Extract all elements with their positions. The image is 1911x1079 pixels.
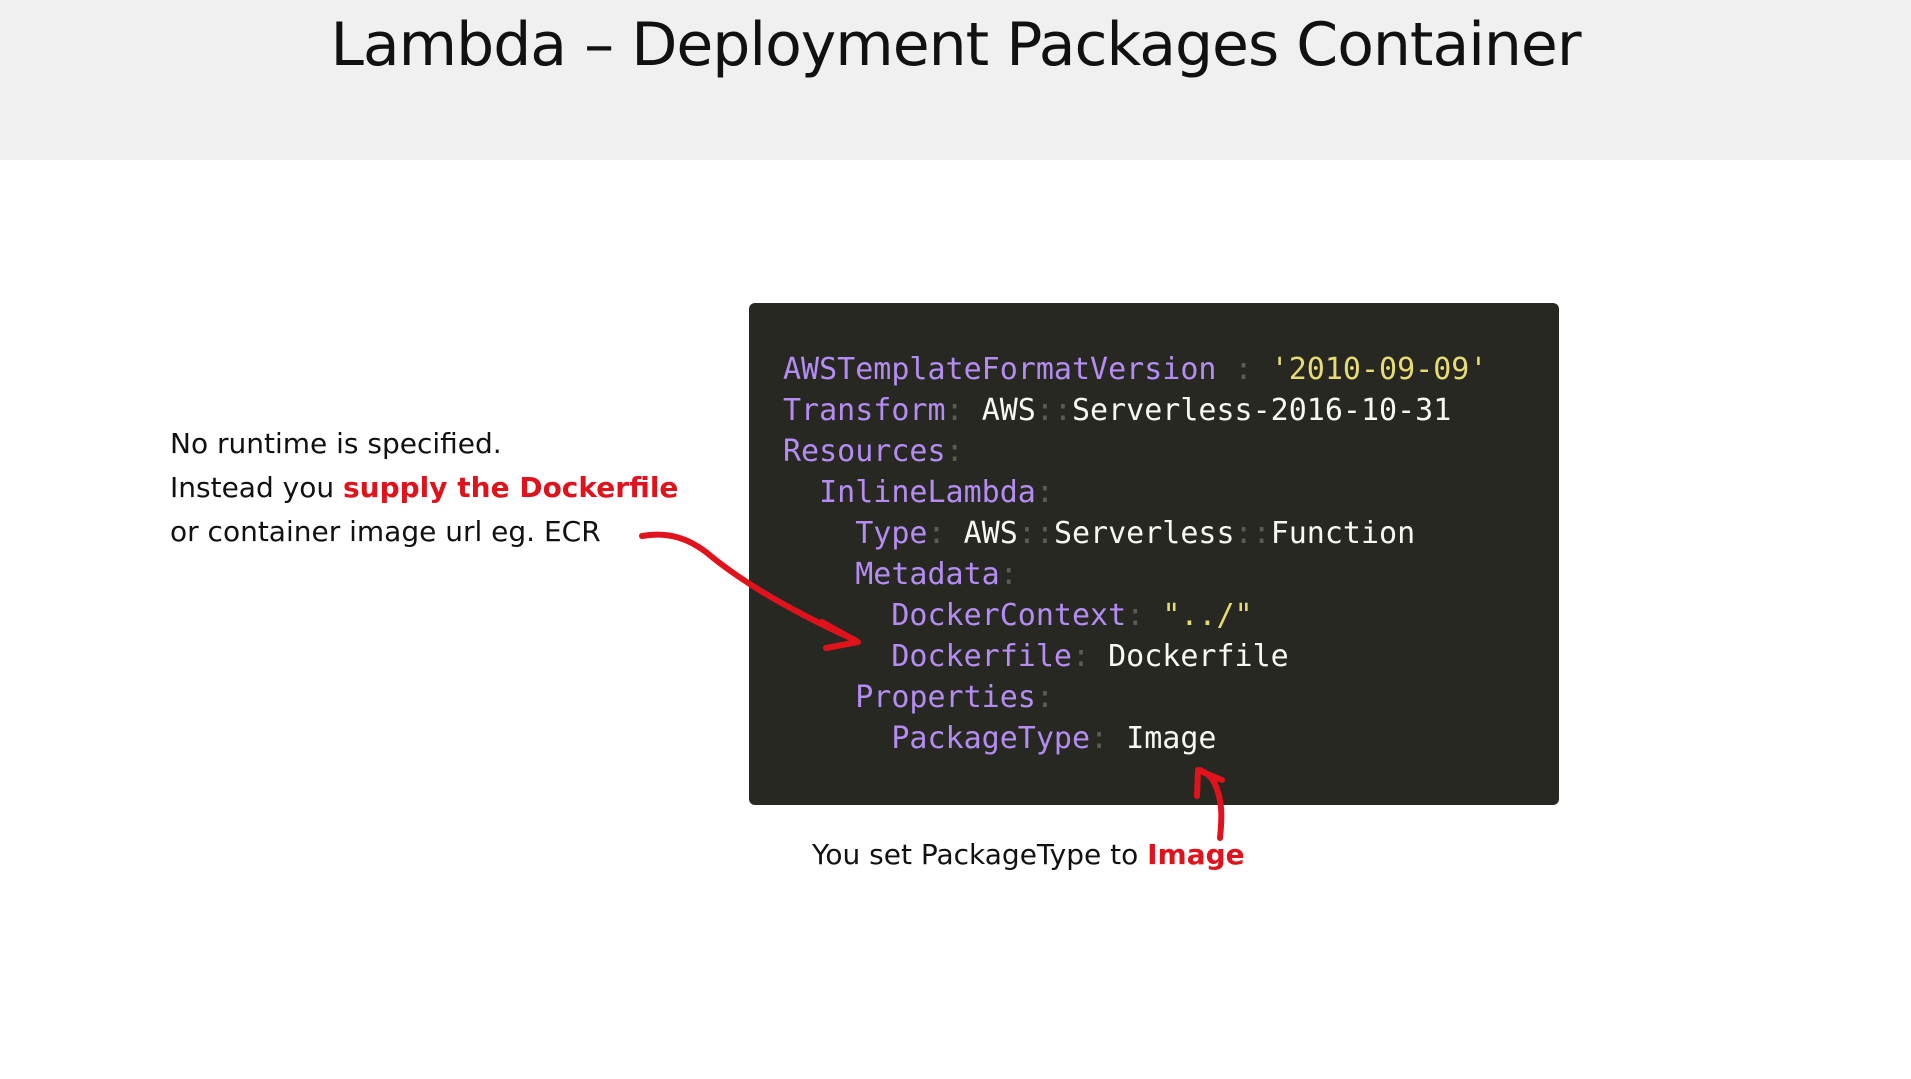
code-value: Serverless [1053, 516, 1235, 551]
code-key: AWSTemplateFormatVersion [783, 352, 1217, 387]
code-key: PackageType [891, 721, 1091, 756]
left-note-line-2: Instead you supply the Dockerfile [170, 466, 678, 510]
slide-title: Lambda – Deployment Packages Container [330, 10, 1581, 80]
code-colon: : [1035, 680, 1054, 715]
code-key: Resources [783, 434, 946, 469]
code-line-7: DockerContext: "../" [783, 595, 1559, 636]
left-note-highlight: supply the Dockerfile [342, 471, 679, 504]
code-colon: : [1035, 475, 1054, 510]
code-double-colon: :: [1035, 393, 1072, 428]
code-string: "../" [1162, 598, 1253, 633]
left-note-line-1: No runtime is specified. [170, 427, 502, 460]
code-line-4: InlineLambda: [783, 472, 1559, 513]
code-key: Properties [855, 680, 1036, 715]
left-note-line-2-prefix: Instead you [170, 471, 343, 504]
code-line-5: Type: AWS::Serverless::Function [783, 513, 1559, 554]
code-line-2: Transform: AWS::Serverless-2016-10-31 [783, 390, 1559, 431]
code-value: Function [1270, 516, 1416, 551]
code-value: Dockerfile [1108, 639, 1289, 674]
code-key: Transform [783, 393, 946, 428]
code-colon: : [1090, 721, 1109, 756]
code-string: '2010-09-09' [1270, 352, 1488, 387]
code-colon: : [999, 557, 1018, 592]
code-colon: : [1126, 598, 1145, 633]
code-value: AWS [963, 516, 1018, 551]
code-colon: : [945, 393, 964, 428]
code-double-colon: :: [1234, 516, 1271, 551]
code-value: AWS [981, 393, 1036, 428]
bottom-note-highlight: Image [1147, 838, 1245, 871]
code-line-3: Resources: [783, 431, 1559, 472]
code-colon: : [927, 516, 946, 551]
bottom-note-prefix: You set PackageType to [812, 838, 1148, 871]
code-line-1: AWSTemplateFormatVersion : '2010-09-09' [783, 349, 1559, 390]
code-value: Image [1126, 721, 1217, 756]
code-line-9: Properties: [783, 677, 1559, 718]
code-key: DockerContext [891, 598, 1127, 633]
code-key: InlineLambda [819, 475, 1036, 510]
code-key: Dockerfile [891, 639, 1072, 674]
bottom-annotation: You set PackageType to Image [812, 838, 1245, 871]
code-separator: : [1216, 352, 1271, 387]
code-value: Serverless-2016-10-31 [1072, 393, 1452, 428]
code-double-colon: :: [1017, 516, 1054, 551]
code-block: AWSTemplateFormatVersion : '2010-09-09' … [749, 303, 1559, 805]
left-note-line-3: or container image url eg. ECR [170, 515, 601, 548]
code-colon: : [1072, 639, 1091, 674]
code-key: Metadata [855, 557, 1000, 592]
code-key: Type [855, 516, 928, 551]
code-line-8: Dockerfile: Dockerfile [783, 636, 1559, 677]
left-annotation: No runtime is specified. Instead you sup… [170, 422, 678, 554]
code-line-10: PackageType: Image [783, 718, 1559, 759]
code-colon: : [945, 434, 964, 469]
code-line-6: Metadata: [783, 554, 1559, 595]
